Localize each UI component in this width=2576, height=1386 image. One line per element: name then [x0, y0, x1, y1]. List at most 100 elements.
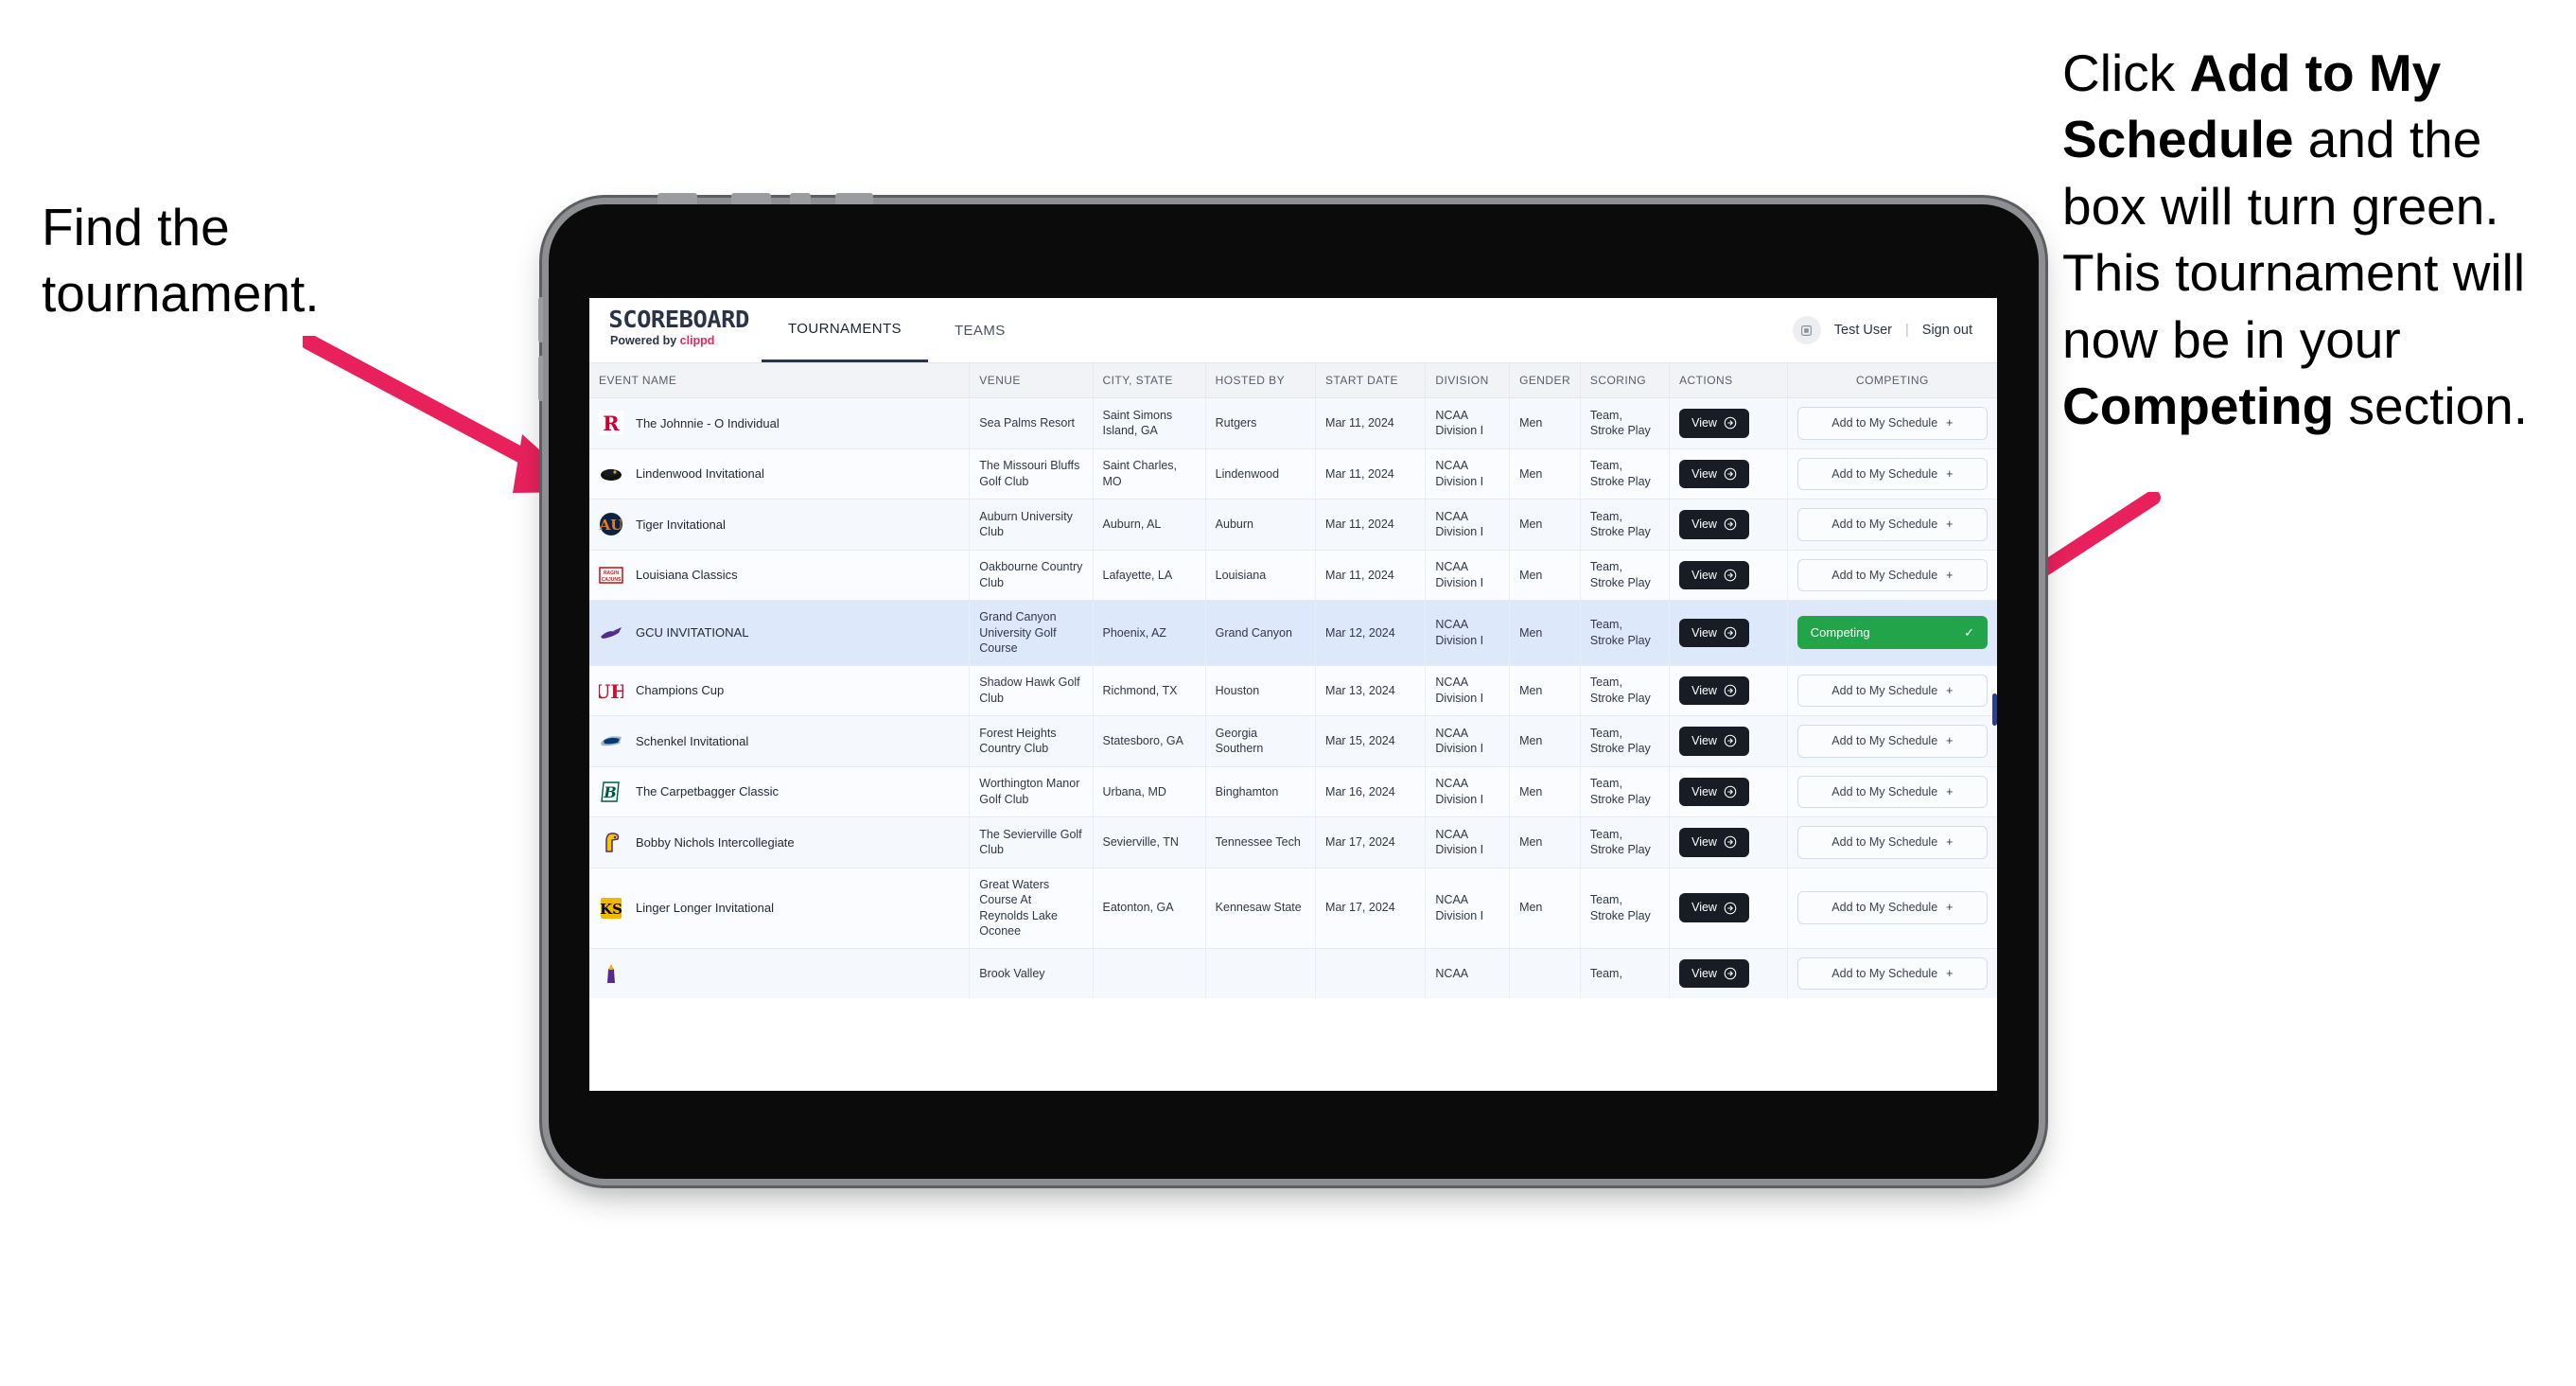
- cell-start-date: Mar 11, 2024: [1315, 448, 1427, 500]
- add-to-my-schedule-label: Add to My Schedule: [1831, 835, 1938, 849]
- cell-scoring: Team, Stroke Play: [1580, 816, 1671, 868]
- table-row[interactable]: KS Linger Longer Invitational Great Waters…: [589, 868, 1997, 949]
- sign-out-link[interactable]: Sign out: [1922, 323, 1972, 338]
- cell-competing: Add to My Schedule +: [1787, 948, 1997, 998]
- view-button[interactable]: View: [1679, 618, 1749, 647]
- competing-badge[interactable]: Competing ✓: [1796, 616, 1988, 650]
- competing-label: Competing: [1810, 625, 1870, 640]
- arrow-circle-right-icon: [1724, 569, 1737, 582]
- tab-teams[interactable]: TEAMS: [928, 298, 1032, 362]
- column-header-start-date[interactable]: START DATE: [1315, 362, 1427, 398]
- view-button[interactable]: View: [1679, 409, 1749, 438]
- add-to-my-schedule-button[interactable]: Add to My Schedule +: [1796, 457, 1988, 490]
- kennesawstate-logo: KS: [600, 897, 622, 919]
- column-header-city-state[interactable]: CITY, STATE: [1093, 362, 1206, 398]
- cell-competing: Add to My Schedule +: [1787, 816, 1997, 868]
- add-to-my-schedule-button[interactable]: Add to My Schedule +: [1796, 508, 1988, 541]
- add-to-my-schedule-button[interactable]: Add to My Schedule +: [1796, 407, 1988, 440]
- cell-city-state: Saint Simons Island, GA: [1093, 397, 1206, 449]
- cell-start-date: Mar 11, 2024: [1315, 499, 1427, 551]
- cell-city-state: Auburn, AL: [1093, 499, 1206, 551]
- plus-icon: +: [1946, 518, 1954, 531]
- add-to-my-schedule-button[interactable]: Add to My Schedule +: [1796, 956, 1988, 990]
- column-header-event-name[interactable]: EVENT NAME: [589, 362, 971, 398]
- table-row[interactable]: B The Carpetbagger Classic Worthington Man…: [589, 766, 1997, 817]
- brand-logo[interactable]: SCOREBOARD Powered by clippd: [589, 298, 762, 362]
- arrow-circle-right-icon: [1724, 902, 1737, 915]
- cell-start-date: [1315, 948, 1427, 998]
- column-header-venue[interactable]: VENUE: [969, 362, 1094, 398]
- cell-start-date: Mar 13, 2024: [1315, 665, 1427, 716]
- cell-event-name: GCU INVITATIONAL: [589, 600, 971, 666]
- cell-division: NCAA Division I: [1425, 448, 1511, 500]
- view-button[interactable]: View: [1679, 560, 1749, 589]
- user-avatar-icon[interactable]: [1792, 316, 1821, 344]
- add-to-my-schedule-button[interactable]: Add to My Schedule +: [1796, 891, 1988, 924]
- cell-division: NCAA Division I: [1425, 550, 1511, 601]
- view-button[interactable]: View: [1679, 893, 1749, 922]
- column-header-hosted-by[interactable]: HOSTED BY: [1205, 362, 1317, 398]
- plus-icon: +: [1946, 683, 1954, 697]
- arrow-circle-right-icon: [1724, 684, 1737, 697]
- svg-text:KS: KS: [600, 901, 622, 918]
- app-header: SCOREBOARD Powered by clippd TOURNAMENTS…: [589, 298, 1997, 362]
- cell-competing: Add to My Schedule +: [1787, 868, 1997, 949]
- column-header-division[interactable]: DIVISION: [1425, 362, 1511, 398]
- cell-scoring: Team, Stroke Play: [1580, 715, 1671, 767]
- cell-competing: Add to My Schedule +: [1787, 766, 1997, 817]
- column-header-competing[interactable]: COMPETING: [1787, 362, 1997, 398]
- cell-event-name: Bobby Nichols Intercollegiate: [589, 816, 971, 868]
- tablet-top-buttons: [657, 193, 903, 204]
- add-to-my-schedule-button[interactable]: Add to My Schedule +: [1796, 558, 1988, 591]
- view-button[interactable]: View: [1679, 675, 1749, 705]
- column-header-gender[interactable]: GENDER: [1509, 362, 1581, 398]
- cell-competing: Add to My Schedule +: [1787, 397, 1997, 449]
- plus-icon: +: [1946, 416, 1954, 430]
- table-row[interactable]: GCU INVITATIONAL Grand Canyon University …: [589, 600, 1997, 666]
- column-header-scoring[interactable]: SCORING: [1580, 362, 1671, 398]
- view-button[interactable]: View: [1679, 958, 1749, 988]
- arrow-circle-right-icon: [1724, 835, 1737, 849]
- tablet-device-frame: SCOREBOARD Powered by clippd TOURNAMENTS…: [538, 193, 2039, 1179]
- view-button[interactable]: View: [1679, 459, 1749, 488]
- view-button-label: View: [1691, 518, 1717, 531]
- arrow-circle-right-icon: [1724, 416, 1737, 430]
- event-name-text: Linger Longer Invitational: [636, 900, 774, 915]
- add-to-my-schedule-button[interactable]: Add to My Schedule +: [1796, 674, 1988, 707]
- add-to-my-schedule-label: Add to My Schedule: [1831, 966, 1938, 980]
- table-row[interactable]: RAGIN CAJUNS Louisiana Classics Oakbourne C…: [589, 550, 1997, 601]
- table-row[interactable]: AU Tiger Invitational Auburn University Cl…: [589, 499, 1997, 551]
- table-row[interactable]: Lindenwood Invitational The Missouri Bluf…: [589, 448, 1997, 500]
- view-button[interactable]: View: [1679, 777, 1749, 806]
- cell-hosted-by: Lindenwood: [1205, 448, 1317, 500]
- table-row[interactable]: Brook Valley NCAA Team, View Add to My Sched…: [589, 948, 1997, 998]
- add-to-my-schedule-button[interactable]: Add to My Schedule +: [1796, 725, 1988, 758]
- rutgers-logo: R: [599, 411, 623, 436]
- auburn-logo: AU: [599, 513, 622, 536]
- arrow-circle-right-icon: [1724, 734, 1737, 747]
- table-row[interactable]: Bobby Nichols Intercollegiate The Sevierv…: [589, 816, 1997, 868]
- view-button[interactable]: View: [1679, 828, 1749, 857]
- table-row[interactable]: Schenkel Invitational Forest Heights Coun…: [589, 715, 1997, 767]
- view-button[interactable]: View: [1679, 727, 1749, 756]
- cell-venue: The Missouri Bluffs Golf Club: [969, 448, 1094, 500]
- table-row[interactable]: UH Champions Cup Shadow Hawk Golf Club Rich…: [589, 665, 1997, 716]
- tab-tournaments[interactable]: TOURNAMENTS: [762, 298, 928, 362]
- grandcanyon-logo: [601, 626, 622, 639]
- add-to-my-schedule-button[interactable]: Add to My Schedule +: [1796, 775, 1988, 808]
- user-name: Test User: [1833, 323, 1892, 338]
- vertical-scrollbar[interactable]: [1992, 693, 1997, 726]
- cell-competing: Add to My Schedule +: [1787, 448, 1997, 500]
- add-to-my-schedule-label: Add to My Schedule: [1831, 568, 1938, 582]
- view-button[interactable]: View: [1679, 510, 1749, 539]
- arrow-circle-right-icon: [1724, 967, 1737, 980]
- georgiasouthern-logo: [601, 736, 622, 746]
- arrow-circle-right-icon: [1724, 518, 1737, 531]
- cell-division: NCAA Division I: [1425, 397, 1511, 449]
- plus-icon: +: [1946, 966, 1954, 980]
- add-to-my-schedule-button[interactable]: Add to My Schedule +: [1796, 826, 1988, 859]
- table-row[interactable]: R The Johnnie - O Individual Sea Palms Res…: [589, 397, 1997, 449]
- cell-gender: Men: [1509, 600, 1581, 666]
- column-header-actions[interactable]: ACTIONS: [1669, 362, 1788, 398]
- arrow-circle-right-icon: [1724, 626, 1737, 640]
